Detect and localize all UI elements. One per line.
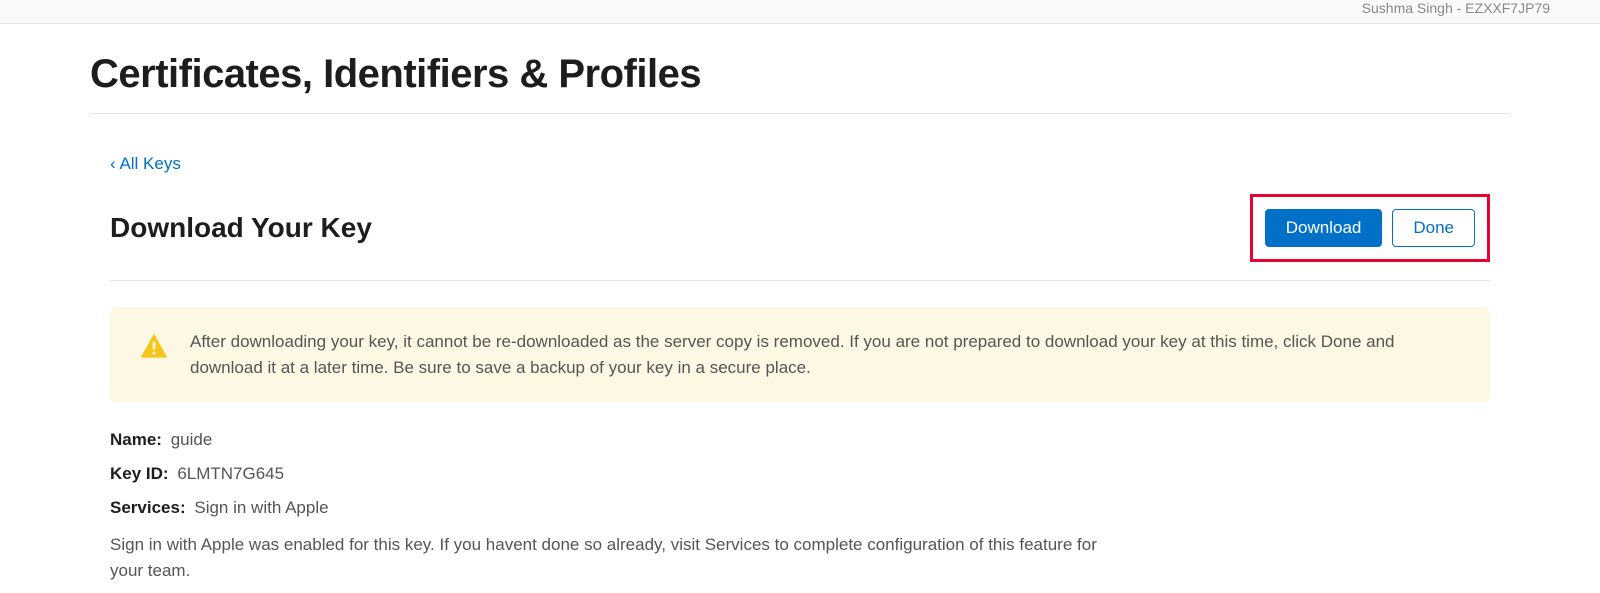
- detail-services-row: Services: Sign in with Apple: [110, 498, 1490, 518]
- footnote-text: Sign in with Apple was enabled for this …: [110, 532, 1110, 583]
- services-label: Services:: [110, 498, 186, 517]
- warning-text: After downloading your key, it cannot be…: [190, 329, 1462, 380]
- name-value: guide: [171, 430, 213, 449]
- services-value: Sign in with Apple: [194, 498, 328, 517]
- warning-box: After downloading your key, it cannot be…: [110, 307, 1490, 402]
- top-bar: Sushma Singh - EZXXF7JP79: [0, 0, 1600, 24]
- name-label: Name:: [110, 430, 162, 449]
- detail-name-row: Name: guide: [110, 430, 1490, 450]
- keyid-label: Key ID:: [110, 464, 169, 483]
- all-keys-link[interactable]: ‹ All Keys: [110, 154, 181, 174]
- done-button[interactable]: Done: [1392, 209, 1475, 247]
- keyid-value: 6LMTN7G645: [177, 464, 284, 483]
- user-account-text: Sushma Singh - EZXXF7JP79: [1362, 0, 1550, 16]
- section-title: Download Your Key: [110, 212, 372, 244]
- key-details: Name: guide Key ID: 6LMTN7G645 Services:…: [110, 430, 1490, 583]
- page-title: Certificates, Identifiers & Profiles: [90, 24, 1510, 114]
- warning-icon: [138, 331, 170, 363]
- action-buttons-highlight: Download Done: [1250, 194, 1490, 262]
- download-button[interactable]: Download: [1265, 209, 1383, 247]
- detail-keyid-row: Key ID: 6LMTN7G645: [110, 464, 1490, 484]
